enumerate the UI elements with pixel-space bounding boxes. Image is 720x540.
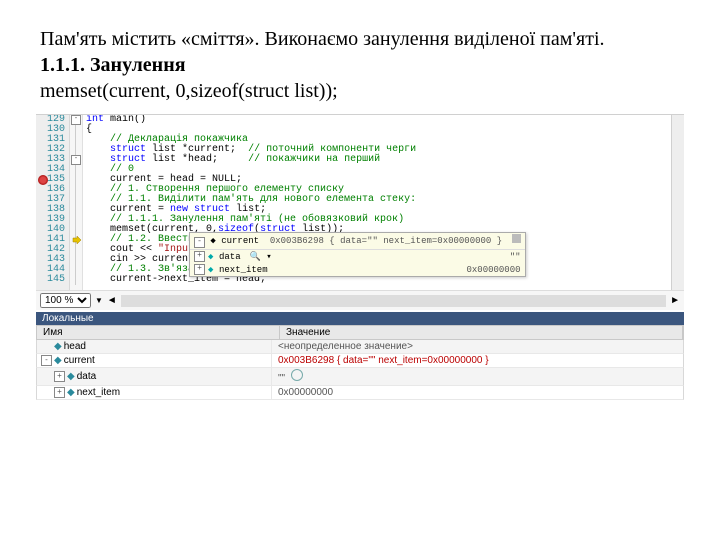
scroll-left-icon[interactable]: ◄ <box>107 295 117 306</box>
fold-box-icon[interactable]: - <box>71 155 81 165</box>
datatip-row-name: next_item <box>219 265 268 275</box>
variable-icon: ◆ <box>208 252 216 262</box>
breakpoint-icon[interactable] <box>38 175 48 185</box>
heading-1: 1.1.1. Занулення <box>40 52 680 78</box>
variable-icon: ◆ <box>208 265 216 275</box>
expand-icon[interactable]: + <box>54 387 65 398</box>
code-editor[interactable]: 1291301311321331341351361371381391401411… <box>36 114 684 290</box>
expand-icon[interactable]: - <box>194 237 205 248</box>
locals-var-name: current <box>64 355 95 366</box>
expand-icon[interactable]: + <box>194 251 205 262</box>
variable-icon: ◆ <box>54 355 62 366</box>
locals-row[interactable]: ◆ head<неопределенное значение> <box>36 340 684 354</box>
expand-icon[interactable]: - <box>41 355 52 366</box>
expand-icon[interactable]: + <box>194 264 205 275</box>
code-line[interactable]: struct list *head; // покажчики на перши… <box>86 155 672 165</box>
datatip-header: - ◆ current 0x003B6298 { data="" next_it… <box>190 233 525 250</box>
datatip-row-name: data <box>219 252 241 262</box>
locals-name-cell: +◆ next_item <box>37 386 272 399</box>
datatip-value: 0x003B6298 { data="" next_item=0x0000000… <box>270 236 502 246</box>
locals-header: Имя Значение <box>36 325 684 340</box>
paragraph-2: memset(current, 0,sizeof(struct list)); <box>40 78 680 104</box>
locals-row[interactable]: +◆ next_item0x00000000 <box>36 386 684 400</box>
variable-icon: ◆ <box>67 387 75 398</box>
variable-icon: ◆ <box>67 371 75 382</box>
fold-line <box>75 165 76 285</box>
locals-var-name: head <box>64 341 86 352</box>
locals-col-value[interactable]: Значение <box>280 326 683 339</box>
line-number-gutter: 1291301311321331341351361371381391401411… <box>36 115 70 290</box>
locals-var-value: 0x00000000 <box>272 386 683 399</box>
datatip-row-value: 0x00000000 <box>449 265 521 275</box>
locals-title: Локальные <box>36 312 684 325</box>
locals-var-name: next_item <box>77 387 120 398</box>
locals-var-value: 0x003B6298 { data="" next_item=0x0000000… <box>272 354 683 367</box>
locals-var-value: <неопределенное значение> <box>272 340 683 353</box>
locals-name-cell: ◆ head <box>37 340 272 353</box>
datatip-name: current <box>221 236 259 246</box>
line-number: 145 <box>36 275 65 285</box>
magnifier-icon[interactable]: 🔍 ▾ <box>250 252 272 262</box>
fold-box-icon[interactable]: - <box>71 115 81 125</box>
locals-var-name: data <box>77 371 96 382</box>
paragraph-1: Пам'ять містить «сміття». Виконаємо зану… <box>40 26 680 52</box>
pin-icon[interactable] <box>512 234 521 243</box>
datatip-row[interactable]: +◆next_item 0x00000000 <box>190 263 525 276</box>
scroll-right-icon[interactable]: ► <box>670 295 680 306</box>
document-text: Пам'ять містить «сміття». Виконаємо зану… <box>0 0 720 114</box>
datatip-row[interactable]: +◆data 🔍 ▾ "" <box>190 250 525 263</box>
fold-line <box>75 125 76 155</box>
refresh-icon[interactable] <box>291 369 303 381</box>
locals-col-name[interactable]: Имя <box>37 326 280 339</box>
code-line[interactable]: int main() <box>86 115 672 125</box>
locals-var-value: "" <box>272 368 683 385</box>
variable-icon: ◆ <box>210 236 215 246</box>
zoom-select[interactable]: 100 % <box>40 293 91 308</box>
locals-panel: Локальные Имя Значение ◆ head<неопределе… <box>36 312 684 400</box>
editor-status-bar: 100 % ▼ ◄ ► <box>36 290 684 310</box>
horizontal-scrollbar[interactable] <box>121 295 666 307</box>
locals-row[interactable]: -◆ current0x003B6298 { data="" next_item… <box>36 354 684 368</box>
expand-icon[interactable]: + <box>54 371 65 382</box>
debugger-datatip[interactable]: - ◆ current 0x003B6298 { data="" next_it… <box>189 232 526 277</box>
locals-row[interactable]: +◆ data"" <box>36 368 684 386</box>
vertical-scrollbar[interactable] <box>671 115 684 290</box>
fold-margin[interactable]: - - <box>70 115 83 290</box>
variable-icon: ◆ <box>54 341 62 352</box>
locals-name-cell: -◆ current <box>37 354 272 367</box>
current-line-arrow-icon <box>72 235 82 245</box>
datatip-row-value: "" <box>492 252 521 262</box>
locals-name-cell: +◆ data <box>37 368 272 385</box>
